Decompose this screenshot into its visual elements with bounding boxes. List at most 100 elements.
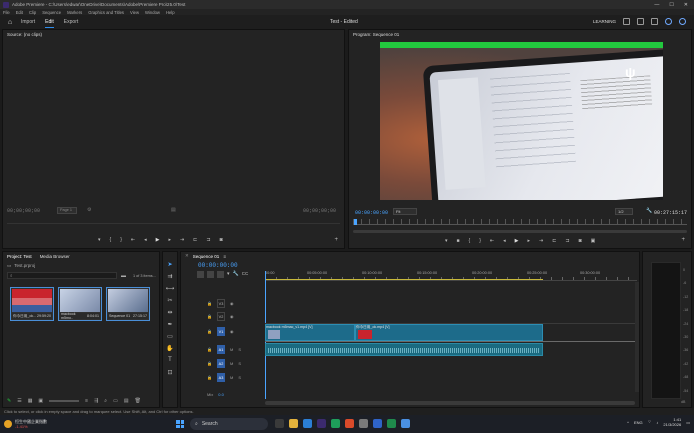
new-bin-icon[interactable]: ▬ (121, 273, 126, 279)
fullscreen-icon[interactable] (637, 18, 644, 25)
list-view-icon[interactable]: ☰ (17, 398, 21, 404)
caption-tool-icon[interactable]: ⊡ (165, 367, 175, 377)
quality-select[interactable]: 1/2 (615, 208, 633, 215)
sort-icon[interactable]: ≡ (85, 398, 88, 404)
premiere-taskbar-icon[interactable] (317, 419, 326, 428)
step-back-icon[interactable]: ◂ (144, 237, 147, 243)
program-go-in-icon[interactable]: ⇤ (490, 238, 494, 244)
tab-media-browser[interactable]: Media Browser (40, 254, 70, 259)
program-mark-out-icon[interactable]: } (479, 238, 481, 244)
lock-icon[interactable]: 🔒 (207, 361, 212, 366)
excel-icon[interactable] (387, 419, 396, 428)
export-frame-icon[interactable]: ◙ (220, 237, 223, 243)
wifi-icon[interactable]: ⌔ (648, 419, 652, 425)
program-go-out-icon[interactable]: ⇥ (539, 238, 543, 244)
marker-icon[interactable]: ▾ (98, 237, 101, 243)
help-icon[interactable] (665, 18, 672, 25)
menu-markers[interactable]: Markers (67, 10, 82, 15)
go-to-in-icon[interactable]: ⇤ (131, 237, 135, 243)
video-clip-2[interactable]: 你今日用_ok.mp4 [V] (355, 324, 543, 341)
word-icon[interactable] (373, 419, 382, 428)
lock-icon[interactable]: 🔒 (207, 347, 212, 352)
office-icon[interactable] (345, 419, 354, 428)
snap-icon[interactable] (207, 271, 214, 278)
lock-icon[interactable]: 🔒 (207, 314, 212, 319)
source-tc-in[interactable]: 00;00;00;00 (7, 208, 40, 214)
mark-in-icon[interactable]: { (110, 237, 112, 243)
menu-file[interactable]: File (3, 10, 10, 15)
mark-out-icon[interactable]: } (120, 237, 122, 243)
menu-graphics[interactable]: Graphics and Titles (88, 10, 124, 15)
audio-clip[interactable] (265, 343, 543, 356)
tab-project[interactable]: Project: Test (7, 254, 32, 259)
track-label-v1[interactable]: V1 (216, 327, 225, 336)
share-icon[interactable] (651, 18, 658, 25)
user-avatar-icon[interactable] (679, 18, 686, 25)
ripple-edit-tool-icon[interactable]: ⟷ (165, 283, 175, 293)
tab-edit[interactable]: Edit (45, 17, 54, 28)
mix-value[interactable]: 0.0 (218, 392, 224, 397)
lock-icon[interactable]: 🔒 (207, 329, 212, 334)
insert-icon[interactable]: ⊏ (193, 237, 197, 243)
track-label-a1[interactable]: A1 (216, 345, 225, 354)
task-view-icon[interactable] (275, 419, 284, 428)
eye-icon[interactable]: ◉ (230, 329, 234, 334)
selection-tool-icon[interactable]: ➤ (165, 259, 175, 269)
source-add-icon[interactable]: + (334, 237, 338, 243)
menu-sequence[interactable]: Sequence (42, 10, 61, 15)
track-label-v2[interactable]: V2 (216, 312, 225, 321)
language-indicator[interactable]: ENG (634, 420, 643, 425)
stock-widget[interactable]: 恒生中國企業指數 -1.41% (0, 419, 47, 429)
program-add-icon[interactable]: + (681, 237, 685, 243)
source-play-icon[interactable]: ▶ (156, 237, 160, 243)
mute-icon[interactable]: M (230, 375, 233, 380)
menu-window[interactable]: Window (145, 10, 160, 15)
source-page-select[interactable]: Page 1 (57, 207, 77, 214)
timeline-tab[interactable]: Sequence 01 (193, 254, 220, 259)
project-item[interactable]: macbook m5mo.. 8:04:01 (58, 287, 102, 321)
video-clip-1[interactable]: macbook m5mac_v1.mp4 [V] (265, 324, 355, 341)
program-settings-icon[interactable]: 🔧 (646, 208, 652, 214)
linked-selection-icon[interactable] (217, 271, 224, 278)
menu-clip[interactable]: Clip (29, 10, 36, 15)
project-item[interactable]: Sequence 01 27:15:17 (106, 287, 150, 321)
home-icon[interactable]: ⌂ (5, 17, 15, 27)
project-search-input[interactable]: ⌕ (7, 272, 117, 279)
track-label-a3[interactable]: A3 (216, 373, 225, 382)
solo-icon[interactable]: S (238, 347, 241, 352)
solo-icon[interactable]: S (238, 375, 241, 380)
timeline-menu-icon[interactable]: ≡ (223, 254, 226, 259)
taskbar-search-input[interactable]: ⌕ Search (190, 418, 268, 430)
new-bin-footer-icon[interactable]: ▭ (113, 398, 118, 404)
comparison-icon[interactable]: ▣ (591, 238, 596, 244)
program-marker-icon[interactable]: ▾ (445, 238, 448, 244)
chat-app-icon[interactable] (331, 419, 340, 428)
trash-icon[interactable]: 🗑 (135, 398, 141, 404)
volume-icon[interactable]: ♪ (656, 420, 658, 425)
source-settings-icon[interactable]: ⚙ (87, 207, 91, 213)
lift-icon[interactable]: ⊏ (552, 238, 556, 244)
edge-browser-icon[interactable] (303, 419, 312, 428)
timeline-horizontal-scrollbar[interactable] (265, 401, 635, 405)
mute-icon[interactable]: M (230, 347, 233, 352)
notification-icon[interactable]: ▭ (686, 420, 690, 425)
type-tool-icon[interactable]: T (165, 355, 175, 365)
program-mark-in-icon[interactable]: { (469, 238, 471, 244)
slip-tool-icon[interactable]: ⇹ (165, 307, 175, 317)
timeline-settings-icon[interactable]: 🔧 (233, 271, 239, 278)
add-marker-icon[interactable]: ▾ (227, 271, 230, 278)
menu-edit[interactable]: Edit (16, 10, 23, 15)
program-scrubber[interactable] (353, 219, 687, 225)
overwrite-icon[interactable]: ⊐ (206, 237, 210, 243)
nest-icon[interactable] (197, 271, 204, 278)
project-item[interactable]: 你今日用_ok... 29:59:20 (10, 287, 54, 321)
layout-icon[interactable] (623, 18, 630, 25)
source-drag-icon[interactable]: ▤ (171, 207, 176, 213)
program-zoom-bar[interactable] (353, 230, 687, 233)
work-area-bar[interactable] (265, 279, 543, 280)
eye-icon[interactable]: ◉ (230, 301, 234, 306)
pen-tool-icon[interactable]: ✒ (165, 319, 175, 329)
go-to-out-icon[interactable]: ⇥ (180, 237, 184, 243)
step-forward-icon[interactable]: ▸ (168, 237, 171, 243)
solo-icon[interactable]: S (238, 361, 241, 366)
